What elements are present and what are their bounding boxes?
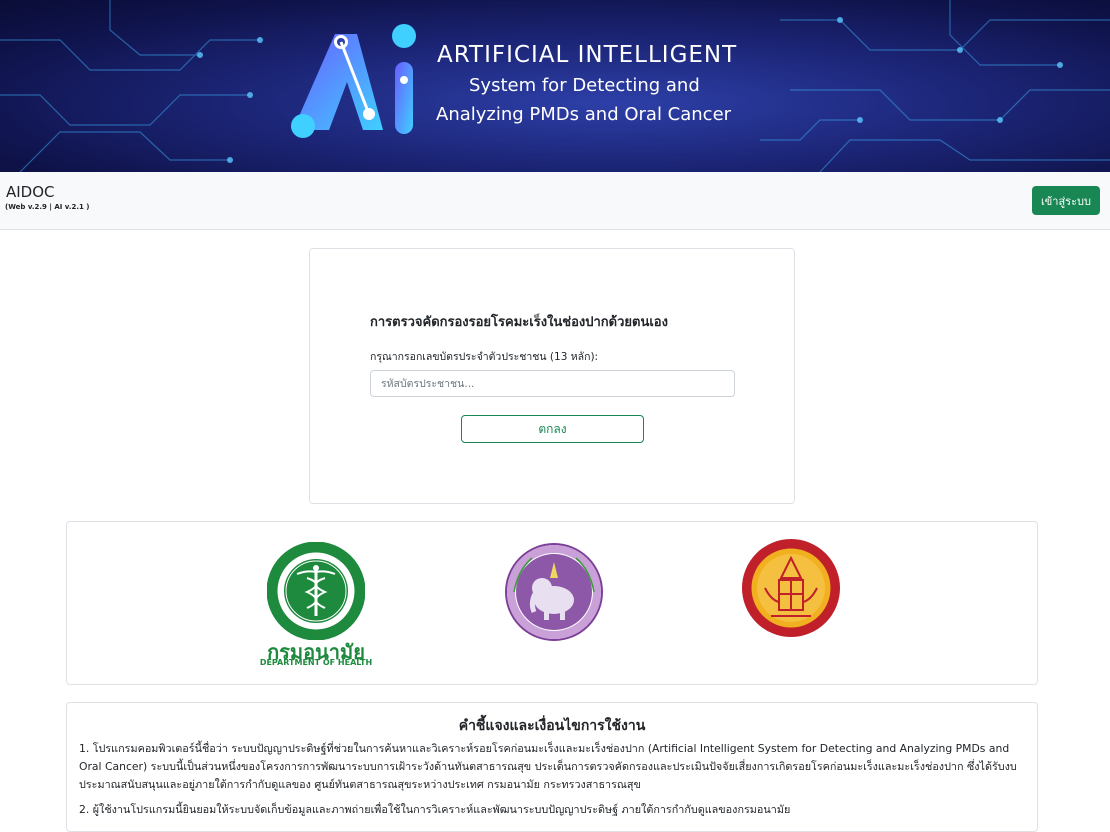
- banner-title: ARTIFICIAL INTELLIGENT: [437, 42, 738, 68]
- id-field-label: กรุณากรอกเลขบัตรประจำตัวประชาชน (13 หลัก…: [370, 351, 599, 363]
- screening-form-card: การตรวจคัดกรองรอยโรคมะเร็งในช่องปากด้วยต…: [309, 248, 795, 504]
- screening-title: การตรวจคัดกรองรอยโรคมะเร็งในช่องปากด้วยต…: [370, 315, 668, 330]
- terms-title: คำชี้แจงและเงื่อนไขการใช้งาน: [458, 718, 646, 734]
- thammasat-university-seal-icon: [742, 539, 840, 637]
- id-card-input[interactable]: [370, 370, 735, 397]
- partner-logos-card: กรมอนามัย DEPARTMENT OF HEALTH: [66, 521, 1038, 685]
- banner-subtitle-line2: Analyzing PMDs and Oral Cancer: [436, 104, 732, 125]
- ministry-of-public-health-seal-icon: [267, 542, 365, 640]
- department-name-english: DEPARTMENT OF HEALTH: [259, 658, 373, 667]
- submit-button[interactable]: ตกลง: [461, 415, 644, 443]
- chiang-mai-university-seal-icon: [505, 543, 603, 641]
- login-button[interactable]: เข้าสู่ระบบ: [1032, 186, 1100, 215]
- version-text: (Web v.2.9 | AI v.2.1 ): [5, 203, 90, 211]
- header-banner: ARTIFICIAL INTELLIGENT System for Detect…: [0, 0, 1110, 172]
- navbar: AIDOC (Web v.2.9 | AI v.2.1 ) เข้าสู่ระบ…: [0, 172, 1110, 230]
- brand-name[interactable]: AIDOC: [6, 183, 55, 201]
- terms-card: คำชี้แจงและเงื่อนไขการใช้งาน 1. โปรแกรมค…: [66, 702, 1038, 832]
- ai-logo-icon: [291, 24, 416, 138]
- banner-subtitle-line1: System for Detecting and: [469, 75, 700, 96]
- terms-item-1: 1. โปรแกรมคอมพิวเตอร์นี้ชื่อว่า ระบบปัญญ…: [79, 742, 1017, 791]
- terms-item-2: 2. ผู้ใช้งานโปรแกรมนี้ยินยอมให้ระบบจัดเก…: [79, 803, 791, 816]
